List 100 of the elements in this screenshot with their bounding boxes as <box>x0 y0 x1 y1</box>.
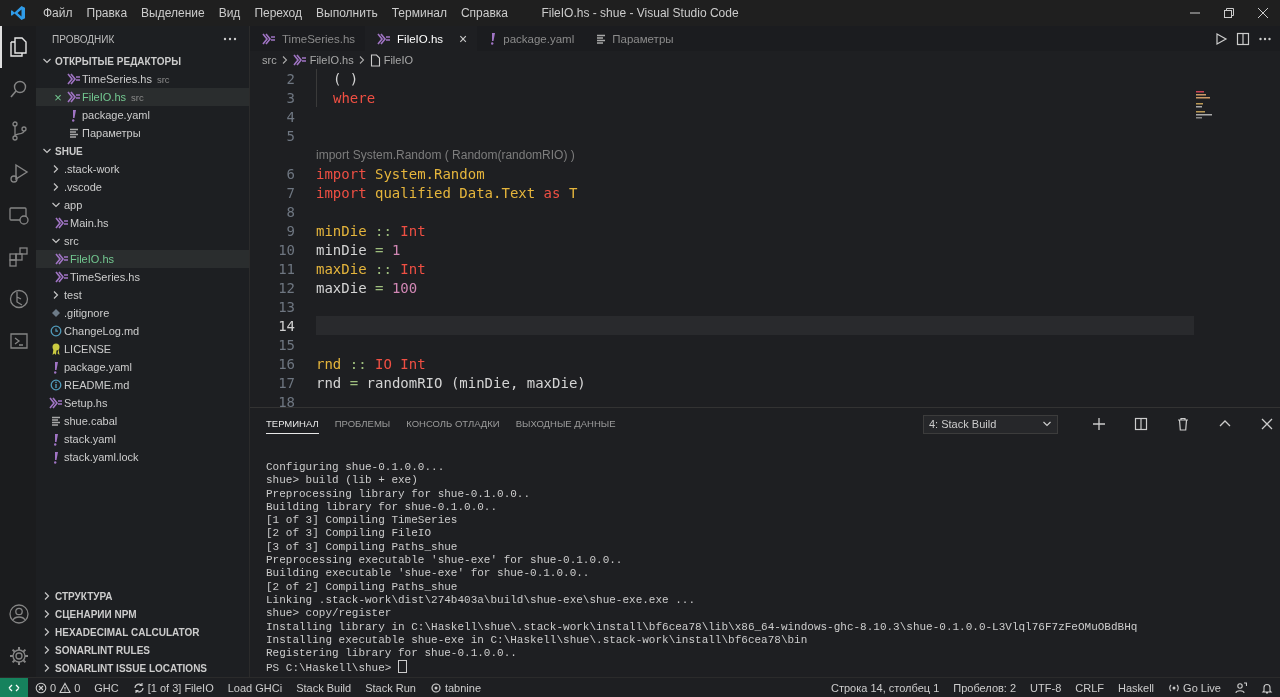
close-button[interactable]: × <box>459 30 468 47</box>
split-editor-icon[interactable] <box>1236 31 1250 46</box>
play-bug-icon[interactable] <box>8 162 30 184</box>
more-icon[interactable] <box>223 37 237 41</box>
menu-item[interactable]: Вид <box>211 6 248 20</box>
monitor-icon[interactable] <box>8 204 30 226</box>
file-name: app <box>64 199 83 211</box>
tree-item[interactable]: package.yaml <box>36 358 249 376</box>
restore-icon[interactable] <box>1224 8 1234 18</box>
status-item[interactable]: Stack Build <box>289 677 359 697</box>
chevron-down-icon[interactable] <box>42 56 52 66</box>
tree-item[interactable]: shue.cabal <box>36 412 249 430</box>
trash-icon[interactable] <box>1176 417 1190 431</box>
remote-button[interactable] <box>0 677 28 697</box>
status-item[interactable]: Stack Run <box>358 677 423 697</box>
file-icon <box>369 53 381 67</box>
section-header[interactable]: SONARLINT ISSUE LOCATIONS <box>55 662 208 674</box>
menu-item[interactable]: Файл <box>36 6 80 20</box>
clock-icon <box>50 325 62 337</box>
tree-item[interactable]: .gitignore <box>36 304 249 322</box>
exclamation-icon <box>52 360 60 374</box>
tree-item[interactable]: .vscode <box>36 178 249 196</box>
chevron-down-icon[interactable] <box>51 236 61 246</box>
close-icon[interactable] <box>1258 8 1268 18</box>
section-header[interactable]: СТРУКТУРА <box>55 590 113 602</box>
run-icon[interactable] <box>1214 31 1228 46</box>
account-icon[interactable] <box>8 603 30 625</box>
status-item[interactable]: CRLF <box>1068 677 1111 697</box>
menu-item[interactable]: Справка <box>453 6 515 20</box>
tree-item[interactable]: Main.hs <box>36 214 249 232</box>
tree-item[interactable]: Setup.hs <box>36 394 249 412</box>
tree-item[interactable]: stack.yaml <box>36 430 249 448</box>
close-button[interactable]: × <box>50 89 66 105</box>
status-item[interactable]: UTF-8 <box>1023 677 1069 697</box>
bell-icon[interactable] <box>1261 681 1273 694</box>
person-icon[interactable] <box>1235 681 1247 694</box>
section-header[interactable]: СЦЕНАРИИ NPM <box>55 608 137 620</box>
status-item[interactable]: Load GHCi <box>220 677 290 697</box>
menu-item[interactable]: Терминал <box>384 6 454 20</box>
plus-icon[interactable] <box>1092 417 1106 431</box>
section-header[interactable]: SONARLINT RULES <box>55 644 150 656</box>
tree-item[interactable]: README.md <box>36 376 249 394</box>
tree-item[interactable]: src <box>36 232 249 250</box>
menu-item[interactable]: Правка <box>79 6 135 20</box>
terminal-icon[interactable] <box>8 330 30 352</box>
problems-indicator[interactable]: 0 0 <box>28 677 88 697</box>
status-item[interactable]: Go Live <box>1183 681 1221 694</box>
open-editor-item[interactable]: package.yaml <box>36 106 249 124</box>
menu-item[interactable]: Выделение <box>134 6 212 20</box>
chevron-down-icon[interactable] <box>42 146 52 156</box>
status-item[interactable]: tabnine <box>444 681 482 694</box>
tree-item[interactable]: ChangeLog.md <box>36 322 249 340</box>
breadcrumb-item[interactable]: src <box>262 54 277 66</box>
chevron-right-icon[interactable] <box>42 627 52 637</box>
chevron-right-icon[interactable] <box>42 591 52 601</box>
tree-item[interactable]: FileIO.hs <box>36 250 249 268</box>
status-item[interactable]: Haskell <box>1111 677 1162 697</box>
sidebar-title: ПРОВОДНИК <box>52 33 115 45</box>
section-header[interactable]: SHUE <box>55 145 83 157</box>
tree-item[interactable]: TimeSeries.hs <box>36 268 249 286</box>
tree-item[interactable]: test <box>36 286 249 304</box>
status-item[interactable]: Пробелов: 2 <box>946 677 1024 697</box>
terminal-line: Installing library in C:\Haskell\shue\.stack-work\install\bf6cea78\lib\x86_64-windows-ghc-8.10.3\shue-0.1.0.0-L3Vlql76F7zFeOMuOBdBHq <box>266 620 1138 633</box>
status-item[interactable]: Строка 14, столбец 1 <box>824 677 947 697</box>
window-title: FileIO.hs - shue - Visual Studio Code <box>541 6 739 20</box>
menu-item[interactable]: Выполнить <box>309 6 385 20</box>
breadcrumb-item[interactable]: FileIO <box>383 54 414 66</box>
panel-tab[interactable]: КОНСОЛЬ ОТЛАДКИ <box>406 414 500 434</box>
chevron-right-icon[interactable] <box>51 290 61 300</box>
menu-item[interactable]: Переход <box>247 6 310 20</box>
panel-tab[interactable]: ПРОБЛЕМЫ <box>334 414 391 434</box>
terminal-dropdown[interactable]: 4: Stack Build <box>923 414 1058 434</box>
tree-item[interactable]: LICENSE <box>36 340 249 358</box>
chevron-right-icon[interactable] <box>42 663 52 673</box>
open-editor-item[interactable]: TimeSeries.hs src <box>36 70 249 88</box>
panel-tab[interactable]: ТЕРМИНАЛ <box>266 414 319 434</box>
tree-item[interactable]: .stack-work <box>36 160 249 178</box>
split-terminal-icon[interactable] <box>1134 417 1148 431</box>
open-editor-item[interactable]: Параметры <box>36 124 249 142</box>
status-item[interactable]: [1 of 3] FileIO <box>147 681 214 694</box>
settings-icon[interactable] <box>8 645 30 667</box>
breadcrumb-item[interactable]: FileIO.hs <box>309 54 354 66</box>
close-icon[interactable] <box>1260 417 1274 431</box>
ring-icon[interactable] <box>429 681 442 694</box>
chevron-right-icon[interactable] <box>51 182 61 192</box>
tree-item[interactable]: stack.yaml.lock <box>36 448 249 466</box>
chevron-right-icon[interactable] <box>51 164 61 174</box>
sync-icon[interactable] <box>132 681 145 694</box>
section-header[interactable]: HEXADECIMAL CALCULATOR <box>55 626 200 638</box>
panel-tab[interactable]: ВЫХОДНЫЕ ДАННЫЕ <box>515 414 616 434</box>
chevron-right-icon[interactable] <box>42 609 52 619</box>
blocks-icon[interactable] <box>8 246 30 268</box>
code-lens[interactable]: import System.Random ( Random(randomRIO) ) <box>316 147 575 162</box>
status-item[interactable]: GHC <box>87 677 126 697</box>
section-header[interactable]: ОТКРЫТЫЕ РЕДАКТОРЫ <box>55 55 181 67</box>
chevron-down-icon[interactable] <box>51 200 61 210</box>
open-editor-item[interactable]: × FileIO.hs src <box>36 88 249 106</box>
tree-item[interactable]: app <box>36 196 249 214</box>
files-icon[interactable] <box>8 36 30 58</box>
chevron-right-icon[interactable] <box>42 645 52 655</box>
